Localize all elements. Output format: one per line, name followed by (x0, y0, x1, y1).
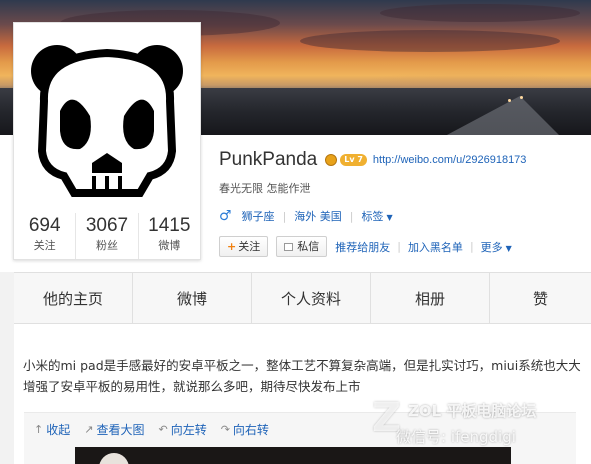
cover-light (520, 96, 523, 99)
follow-button[interactable]: + 关注 (219, 236, 269, 257)
external-link-icon: ↗ (84, 423, 94, 436)
chevron-down-icon: ▼ (386, 213, 393, 222)
tab-home[interactable]: 他的主页 (14, 273, 133, 323)
post-image-detail (99, 453, 129, 464)
more-dropdown[interactable]: 更多 ▼ (481, 239, 512, 255)
profile-intro: 春光无限 怎能作泄 (219, 182, 311, 195)
rotate-right-button[interactable]: ↷ 向右转 (221, 421, 269, 438)
tab-likes[interactable]: 赞 (490, 273, 591, 323)
stat-followers[interactable]: 3067 粉丝 (76, 213, 139, 259)
male-icon: ♂ (219, 208, 232, 224)
stat-following[interactable]: 694 关注 (14, 213, 77, 259)
tab-album[interactable]: 相册 (371, 273, 490, 323)
more-label: 更多 (480, 240, 503, 254)
level-badge[interactable]: Lv 7 (340, 154, 367, 166)
stat-label: 粉丝 (95, 239, 118, 252)
arrow-up-icon: ↑ (34, 423, 44, 436)
stat-label: 关注 (33, 239, 56, 252)
message-label: 私信 (297, 240, 320, 253)
watermark-title: ZOL 平板电脑论坛 (408, 402, 537, 420)
tab-profile-info[interactable]: 个人资料 (252, 273, 371, 323)
profile-actions: + 关注 私信 推荐给朋友 | 加入黑名单 | 更多 ▼ (219, 236, 512, 257)
stat-label: 微博 (158, 239, 181, 252)
cover-cloud (380, 4, 580, 22)
profile-tabs: 他的主页 微博 个人资料 相册 赞 (14, 272, 591, 324)
rotate-left-icon: ↶ (158, 423, 168, 436)
tags-label: 标签 (361, 210, 384, 223)
message-button[interactable]: 私信 (276, 236, 328, 257)
recommend-link[interactable]: 推荐给朋友 (335, 239, 390, 255)
stat-count: 3067 (85, 215, 129, 236)
profile-home-link[interactable]: http://weibo.com/u/2926918173 (373, 154, 527, 166)
stat-count: 1415 (148, 215, 191, 236)
collapse-label: 收起 (46, 423, 71, 437)
watermark-wechat: 微信号: ifengdigi (396, 428, 516, 446)
blacklist-link[interactable]: 加入黑名单 (408, 239, 463, 255)
rotate-left-button[interactable]: ↶ 向左转 (158, 421, 206, 438)
cover-road (445, 96, 560, 135)
view-large-label: 查看大图 (96, 423, 145, 437)
tags-dropdown[interactable]: 标签 ▼ (362, 208, 393, 224)
profile-stats: 694 关注 3067 粉丝 1415 微博 (14, 213, 200, 259)
avatar-frame: 694 关注 3067 粉丝 1415 微博 (13, 22, 201, 260)
profile-name: PunkPanda (219, 149, 318, 170)
divider: | (282, 209, 287, 223)
chevron-down-icon: ▼ (505, 243, 512, 253)
stat-count: 694 (28, 215, 61, 236)
profile-name-row: PunkPanda Lv 7 http://weibo.com/u/292691… (219, 148, 526, 172)
vip-crown-icon[interactable] (325, 154, 338, 166)
divider: | (349, 209, 354, 223)
plus-icon: + (227, 240, 237, 253)
divider: | (469, 240, 474, 253)
media-toolbar: ↑ 收起 ↗ 查看大图 ↶ 向左转 ↷ 向右转 (34, 421, 283, 438)
cover-cloud (300, 30, 560, 52)
cover-light (508, 99, 511, 102)
divider: | (397, 240, 401, 253)
stat-posts[interactable]: 1415 微博 (139, 213, 200, 259)
envelope-icon (284, 242, 294, 251)
rotate-right-label: 向右转 (232, 423, 269, 437)
rotate-right-icon: ↷ (220, 423, 230, 436)
panda-avatar-icon (31, 45, 183, 197)
zodiac-link[interactable]: 狮子座 (242, 208, 275, 224)
collapse-button[interactable]: ↑ 收起 (34, 421, 70, 438)
follow-label: 关注 (238, 240, 261, 253)
rotate-left-label: 向左转 (170, 423, 207, 437)
watermark: Z ZOL 平板电脑论坛 微信号: ifengdigi (372, 398, 577, 458)
view-large-button[interactable]: ↗ 查看大图 (84, 421, 144, 438)
avatar[interactable] (22, 31, 192, 201)
tab-weibo[interactable]: 微博 (133, 273, 252, 323)
location-link[interactable]: 海外 美国 (294, 208, 342, 224)
post-text: 小米的mi pad是手感最好的安卓平板之一，整体工艺不算复杂高端，但是扎实讨巧，… (23, 358, 581, 394)
profile-tags-row: ♂ 狮子座 | 海外 美国 | 标签 ▼ (219, 208, 393, 224)
